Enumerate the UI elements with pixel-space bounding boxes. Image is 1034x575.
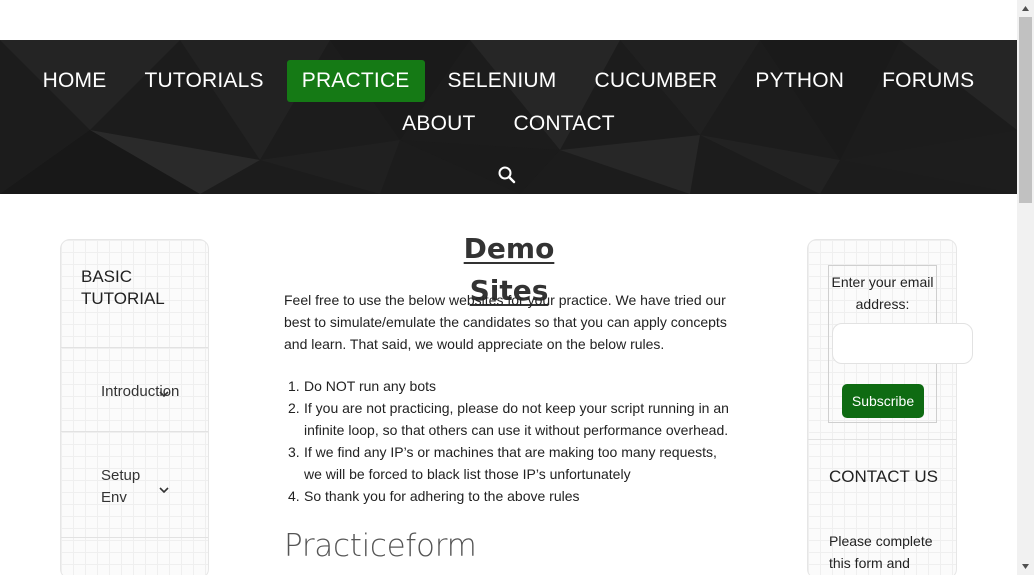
nav-home[interactable]: HOME [28,60,122,102]
main-nav-row-1: HOME TUTORIALS PRACTICE SELENIUM CUCUMBE… [0,60,1017,102]
main-nav-row-2: ABOUT CONTACT [0,103,1017,145]
subscribe-label: Enter your email address: [831,274,934,312]
sidebar-divider [61,431,208,432]
nav-cucumber[interactable]: CUCUMBER [579,60,732,102]
sidebar-item-setup-env[interactable]: Setup Env [101,465,151,509]
subscribe-widget: Enter your email address: Subscribe [828,265,973,423]
list-item: 3. If we find any IP’s or machines that a… [288,444,717,482]
top-spacer [0,0,1017,40]
sidebar-divider [808,439,956,440]
right-sidebar: Enter your email address: Subscribe CONT… [807,239,973,575]
nav-practice[interactable]: PRACTICE [286,60,425,102]
nav-contact[interactable]: CONTACT [499,103,630,145]
contact-text: Please complete this form and [829,533,933,571]
list-item: 2. If you are not practicing, please do n… [288,400,729,438]
list-item: 1. Do NOT run any bots [288,378,437,394]
list-item: 4. So thank you for adhering to the above… [288,488,580,504]
sidebar-title: BASIC TUTORIAL [81,267,165,308]
sidebar-divider [61,537,208,538]
left-sidebar: BASIC TUTORIAL Introduction Setup Env [60,239,209,575]
nav-tutorials[interactable]: TUTORIALS [129,60,278,102]
nav-forums[interactable]: FORUMS [867,60,989,102]
rules-list: 1. Do NOT run any bots 2. If you are not p… [284,375,734,507]
scroll-up-icon[interactable] [1017,0,1034,17]
chevron-down-icon[interactable] [159,486,169,494]
subscribe-button[interactable]: Subscribe [842,384,924,418]
search-icon[interactable] [496,164,518,186]
contact-title: CONTACT US [829,467,938,486]
scrollbar-thumb[interactable] [1019,17,1032,203]
sidebar-divider [61,347,208,348]
sidebar-item-introduction[interactable]: Introduction [101,381,191,403]
page-scrollbar[interactable] [1017,0,1034,575]
nav-python[interactable]: PYTHON [740,60,859,102]
section-title: Practiceform [284,528,477,564]
email-field[interactable] [832,323,973,364]
intro-paragraph: Feel free to use the below websites for … [284,292,727,352]
nav-selenium[interactable]: SELENIUM [433,60,572,102]
nav-about[interactable]: ABOUT [387,103,490,145]
scroll-down-icon[interactable] [1017,558,1034,575]
chevron-down-icon[interactable] [159,390,169,398]
site-header: HOME TUTORIALS PRACTICE SELENIUM CUCUMBE… [0,40,1017,194]
